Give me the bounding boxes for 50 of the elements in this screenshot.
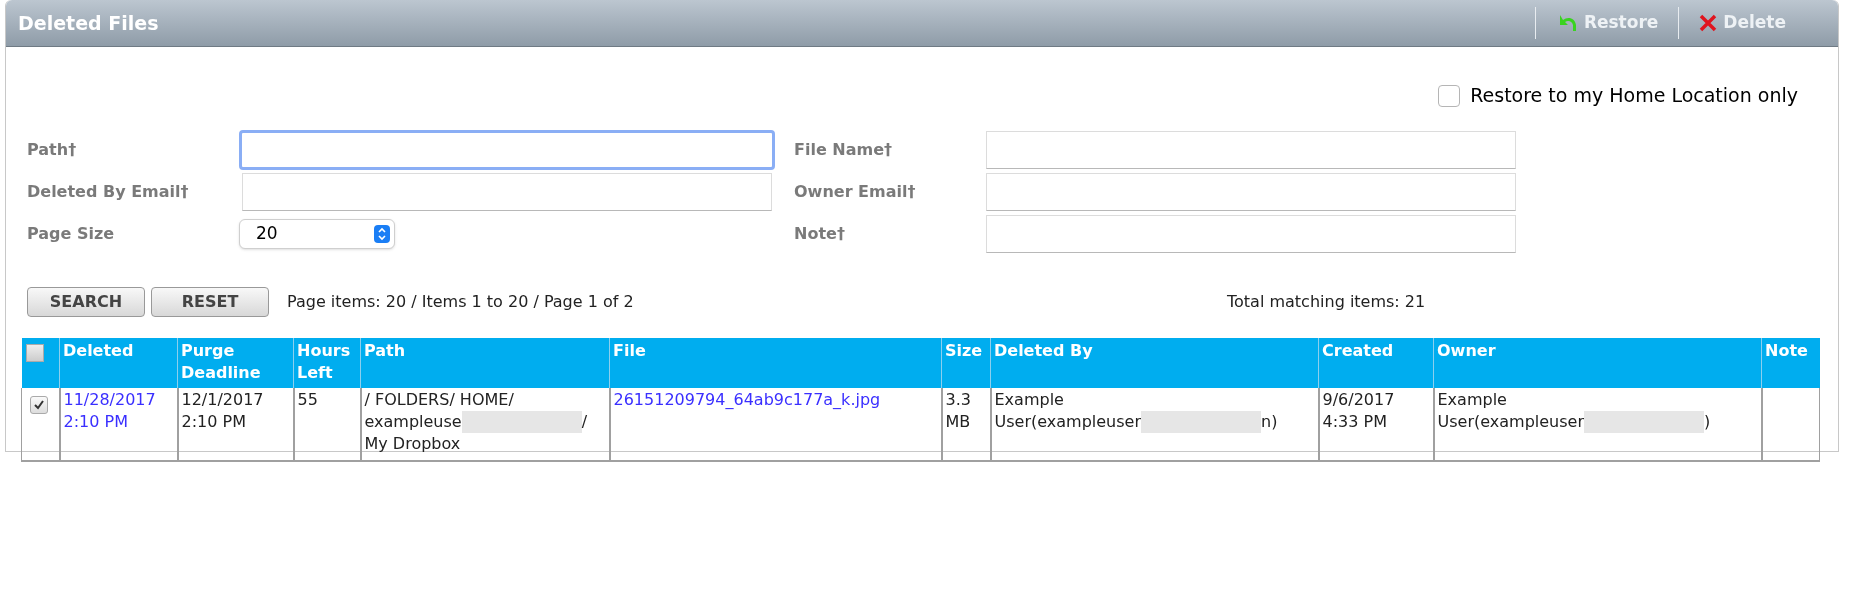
input-field[interactable] bbox=[242, 173, 772, 211]
total-count: Total matching items: 21 bbox=[1227, 291, 1426, 313]
field-label: File Name† bbox=[794, 139, 894, 161]
cell-text: / bbox=[581, 411, 588, 433]
field-label: Owner Email† bbox=[794, 181, 917, 203]
cell-text: User(exampleuser bbox=[994, 411, 1141, 433]
checkbox[interactable] bbox=[1438, 84, 1461, 107]
table-link[interactable]: 11/28/2017 2:10 PM bbox=[59, 388, 178, 461]
table-link[interactable]: 26151209794_64ab9c177a_k.jpg bbox=[609, 388, 942, 461]
cell-text: Example bbox=[1437, 389, 1507, 411]
input-field[interactable] bbox=[986, 173, 1516, 211]
cell-text: / FOLDERS/ HOME/ bbox=[364, 389, 514, 411]
input-field[interactable] bbox=[239, 130, 775, 170]
cell-text: exampleuse bbox=[364, 411, 462, 433]
checkbox-label: Restore to my Home Location only bbox=[1470, 83, 1798, 109]
column-header: Deleted By bbox=[990, 338, 1319, 388]
cell-text: My Dropbox bbox=[364, 433, 461, 455]
column-header: Created bbox=[1318, 338, 1434, 388]
column-header: Deleted bbox=[59, 338, 178, 388]
cell-text: n) bbox=[1261, 411, 1278, 433]
chevron-icon bbox=[374, 225, 390, 243]
column-header: Hours Left bbox=[293, 338, 361, 388]
table-cell: 55 bbox=[293, 388, 361, 461]
cell-text: User(exampleuser bbox=[1437, 411, 1584, 433]
field-label: Note† bbox=[794, 223, 846, 245]
table-cell: 9/6/2017 4:33 PM bbox=[1318, 388, 1434, 461]
input-field[interactable] bbox=[986, 215, 1516, 253]
reset-button[interactable]: RESET bbox=[151, 287, 269, 317]
column-header: Purge Deadline bbox=[177, 338, 294, 388]
check-icon bbox=[33, 399, 45, 411]
column-header: Path bbox=[360, 338, 610, 388]
page-size-select[interactable]: 20 bbox=[239, 219, 395, 249]
window-title: Deleted Files bbox=[18, 10, 159, 36]
column-header: Owner bbox=[1433, 338, 1762, 388]
close-icon bbox=[1699, 14, 1718, 32]
input-field[interactable] bbox=[986, 131, 1516, 169]
field-label: Deleted By Email† bbox=[27, 181, 190, 203]
field-label: Page Size bbox=[27, 223, 116, 245]
column-header: Note bbox=[1761, 338, 1820, 388]
table-cell: 3.3 MB bbox=[941, 388, 991, 461]
column-header: Size bbox=[941, 338, 991, 388]
table-cell: 12/1/2017 2:10 PM bbox=[177, 388, 294, 461]
column-header: File bbox=[609, 338, 942, 388]
field-label: Path† bbox=[27, 139, 78, 161]
cell-text: Example bbox=[994, 389, 1064, 411]
search-button[interactable]: SEARCH bbox=[27, 287, 145, 317]
checkbox[interactable] bbox=[30, 396, 48, 414]
paging-info: Page items: 20 / Items 1 to 20 / Page 1 of 2 bbox=[287, 291, 635, 313]
cell-text: ) bbox=[1704, 411, 1711, 433]
checkbox[interactable] bbox=[25, 344, 44, 362]
